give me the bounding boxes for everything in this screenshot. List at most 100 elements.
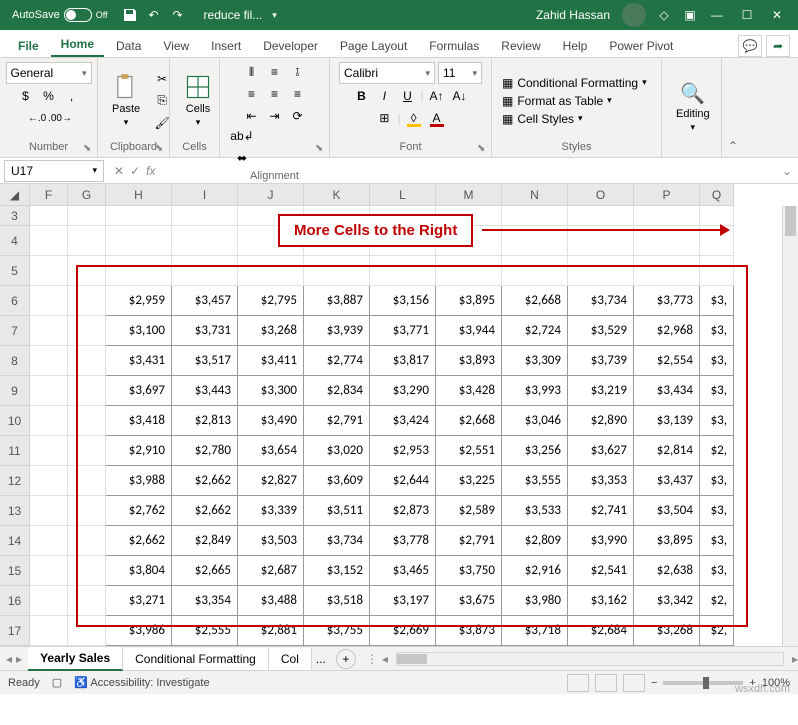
page-break-view-icon[interactable] [623,674,645,692]
comma-button[interactable]: , [62,86,82,106]
column-header[interactable]: H [106,184,172,206]
row-header[interactable]: 6 [0,286,30,316]
tab-insert[interactable]: Insert [201,33,251,57]
autosave-toggle[interactable]: AutoSave Off [6,8,114,22]
cell[interactable] [30,436,68,466]
redo-icon[interactable]: ↷ [170,7,186,23]
vertical-scrollbar[interactable] [782,206,798,646]
accessibility-status[interactable]: ♿ Accessibility: Investigate [74,676,209,689]
cell[interactable] [30,376,68,406]
worksheet-grid[interactable]: ◢ 3456789101112131415161718 FGHIJKLMNOPQ… [0,184,798,646]
italic-button[interactable]: I [374,86,394,106]
present-icon[interactable]: ▣ [682,7,698,23]
merge-icon[interactable]: ⬌ [232,148,252,168]
tab-file[interactable]: File [8,33,49,57]
cell-styles-button[interactable]: ▦Cell Styles▾ [500,111,649,127]
column-header[interactable]: J [238,184,304,206]
cell[interactable] [30,406,68,436]
align-left-icon[interactable]: ≡ [242,84,262,104]
borders-icon[interactable]: ⊞ [374,108,394,128]
tab-review[interactable]: Review [491,33,550,57]
macro-recorder-icon[interactable]: ▢ [52,676,62,689]
column-header[interactable]: M [436,184,502,206]
increase-font-icon[interactable]: A↑ [427,86,447,106]
sheet-tab-yearly-sales[interactable]: Yearly Sales [28,647,123,671]
underline-button[interactable]: U [397,86,417,106]
cell[interactable] [30,556,68,586]
conditional-formatting-button[interactable]: ▦Conditional Formatting▾ [500,75,649,91]
cell[interactable] [30,346,68,376]
dialog-launcher-icon[interactable]: ⬊ [83,143,95,155]
currency-button[interactable]: $ [16,86,36,106]
tab-developer[interactable]: Developer [253,33,328,57]
row-header[interactable]: 14 [0,526,30,556]
horizontal-scrollbar[interactable] [396,652,784,666]
filename-dropdown-icon[interactable]: ▾ [272,10,277,21]
percent-button[interactable]: % [39,86,59,106]
cell[interactable] [68,206,106,226]
increase-decimal-button[interactable]: ←.0 [27,108,47,128]
tab-view[interactable]: View [153,33,199,57]
decrease-indent-icon[interactable]: ⇤ [242,106,262,126]
row-header[interactable]: 10 [0,406,30,436]
share-button[interactable]: ➦ [766,35,790,57]
cell[interactable] [502,206,568,226]
decrease-decimal-button[interactable]: .00→ [50,108,70,128]
cell[interactable] [700,206,734,226]
hscroll-left-icon[interactable]: ◂ [382,652,388,666]
user-avatar[interactable] [622,3,646,27]
maximize-button[interactable]: ☐ [732,0,762,30]
row-header[interactable]: 9 [0,376,30,406]
fill-color-icon[interactable]: ◊ [404,108,424,128]
collapse-ribbon-icon[interactable]: ⌃ [722,58,744,157]
dialog-launcher-icon[interactable]: ⬊ [155,143,167,155]
sheet-tab-conditional-formatting[interactable]: Conditional Formatting [123,648,269,670]
row-header[interactable]: 3 [0,206,30,226]
cell[interactable] [30,286,68,316]
minimize-button[interactable]: — [702,0,732,30]
row-header[interactable]: 7 [0,316,30,346]
sheet-nav-next-icon[interactable]: ▸ [16,652,22,666]
row-header[interactable]: 11 [0,436,30,466]
enter-icon[interactable]: ✓ [130,164,140,178]
orientation-icon[interactable]: ⟳ [288,106,308,126]
dialog-launcher-icon[interactable]: ⬊ [315,143,327,155]
cell[interactable] [634,206,700,226]
cancel-icon[interactable]: ✕ [114,164,124,178]
row-header[interactable]: 15 [0,556,30,586]
editing-button[interactable]: 🔍 Editing ▾ [670,79,716,135]
cell[interactable] [30,226,68,256]
close-button[interactable]: ✕ [762,0,792,30]
tab-splitter[interactable]: ⋮ [362,652,382,666]
save-icon[interactable] [122,7,138,23]
tab-formulas[interactable]: Formulas [419,33,489,57]
hscroll-right-icon[interactable]: ▸ [792,652,798,666]
column-header[interactable]: P [634,184,700,206]
sheet-overflow[interactable]: ... [312,652,330,666]
expand-formula-icon[interactable]: ⌄ [776,164,798,178]
zoom-out-icon[interactable]: − [651,677,657,689]
diamond-icon[interactable]: ◇ [656,7,672,23]
number-format-combo[interactable]: General▾ [6,62,92,84]
comments-button[interactable]: 💬 [738,35,762,57]
cell[interactable] [568,206,634,226]
column-header[interactable]: L [370,184,436,206]
cell[interactable] [30,256,68,286]
increase-indent-icon[interactable]: ⇥ [265,106,285,126]
fx-icon[interactable]: fx [146,164,155,178]
cell[interactable] [30,466,68,496]
tab-power-pivot[interactable]: Power Pivot [599,33,683,57]
align-top-icon[interactable]: ⫴ [242,62,262,82]
row-header[interactable]: 4 [0,226,30,256]
tab-help[interactable]: Help [553,33,598,57]
cell[interactable] [172,226,238,256]
scroll-thumb[interactable] [397,654,427,664]
align-bottom-icon[interactable]: ⫱ [288,62,308,82]
bold-button[interactable]: B [351,86,371,106]
dialog-launcher-icon[interactable]: ⬊ [477,143,489,155]
toggle-switch[interactable] [64,8,92,22]
tab-data[interactable]: Data [106,33,151,57]
cells-button[interactable]: Cells ▾ [178,71,218,130]
cell[interactable] [30,616,68,646]
wrap-text-icon[interactable]: ab↲ [232,126,252,146]
